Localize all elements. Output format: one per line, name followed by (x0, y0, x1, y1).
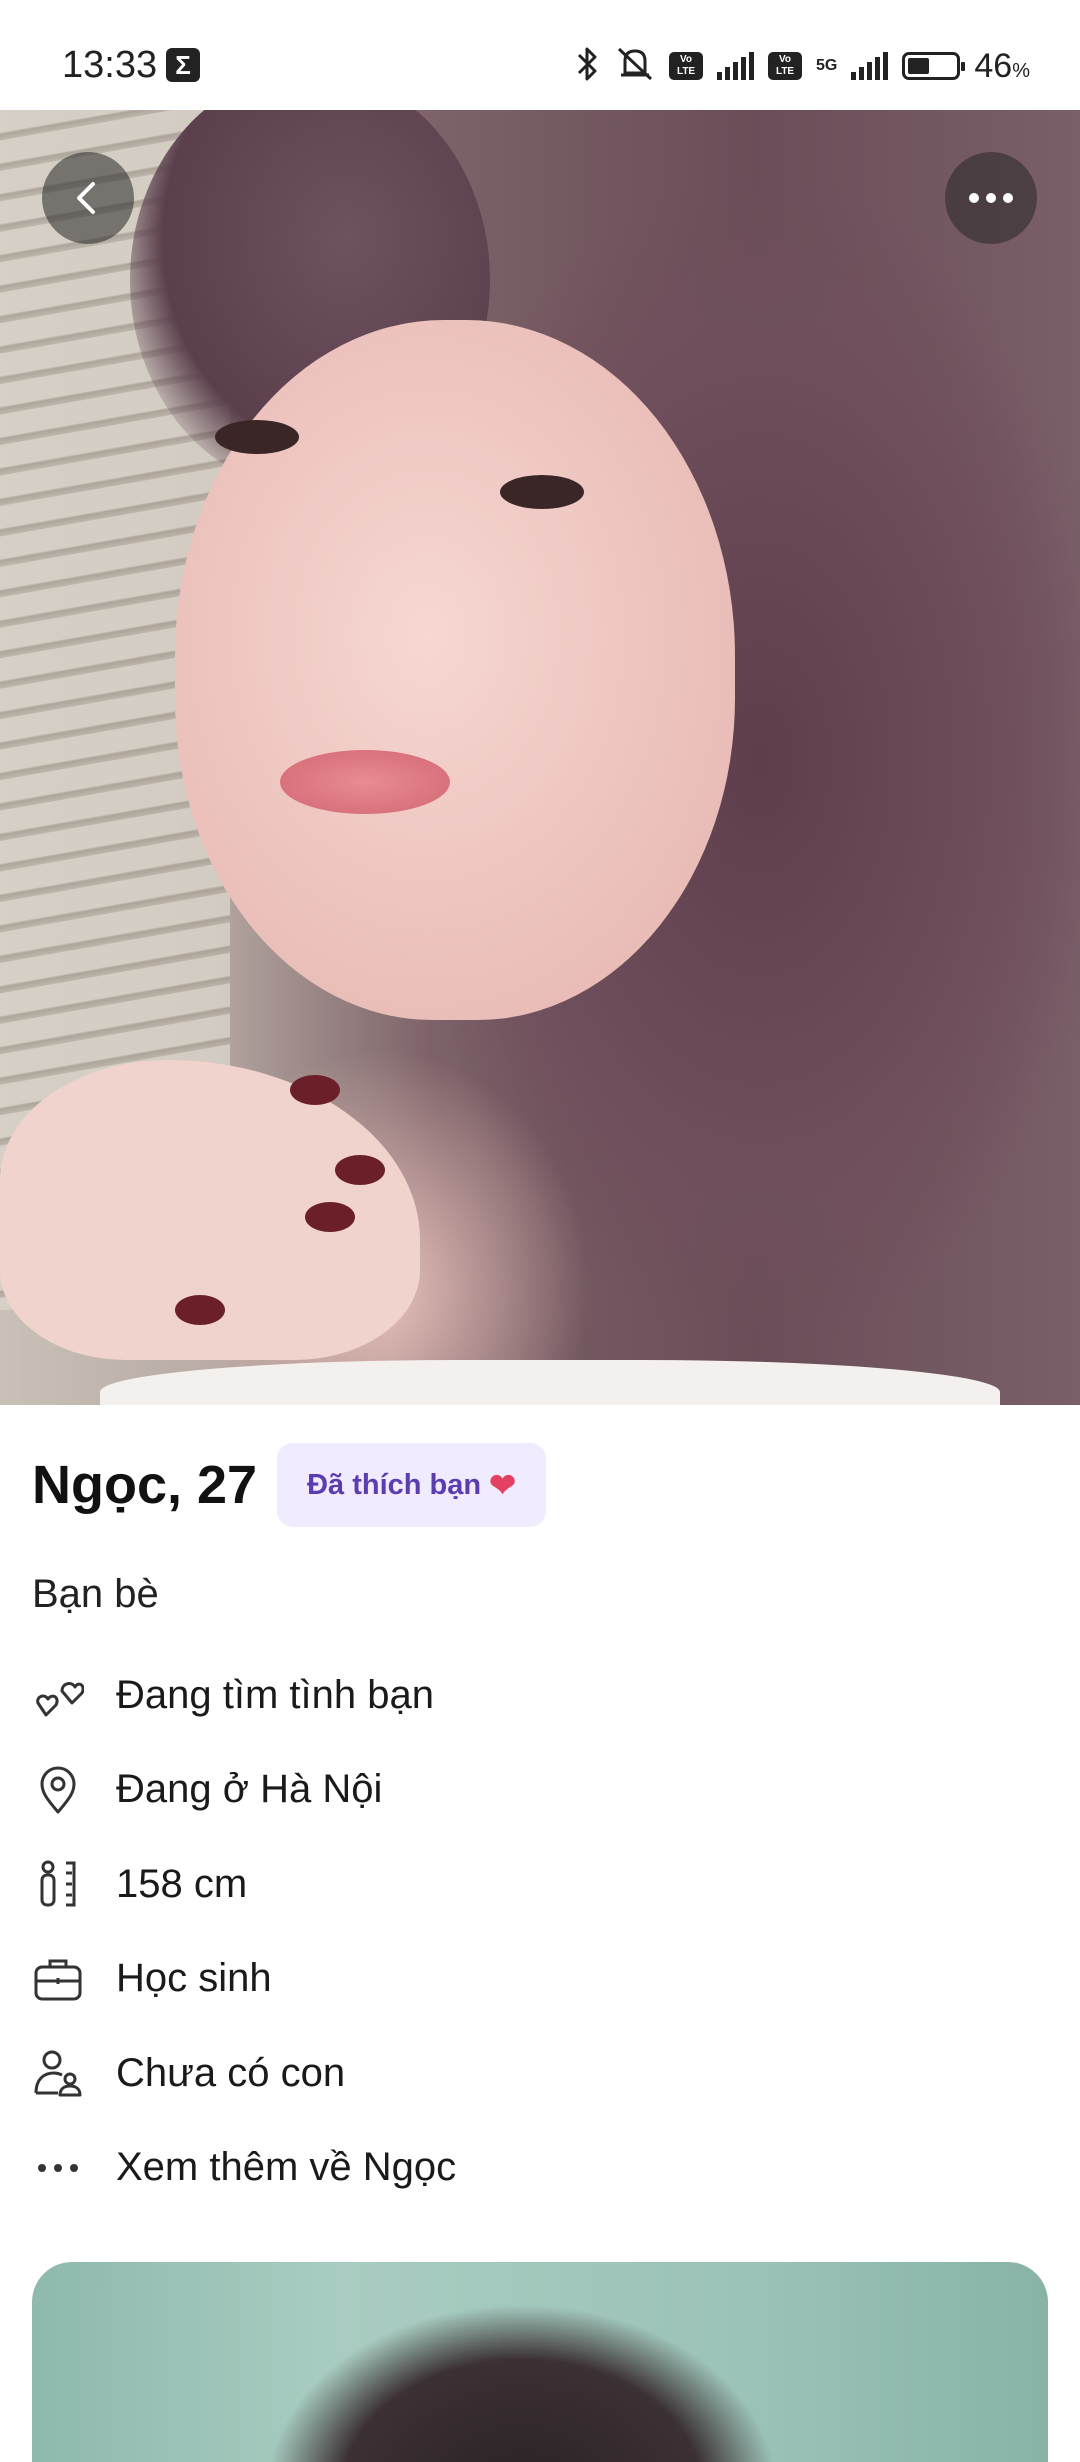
mute-icon (615, 45, 655, 88)
profile-header: Ngọc, 27 Đã thích bạn ❤ (32, 1440, 546, 1530)
relationship-category: Bạn bè (32, 1572, 159, 1616)
more-options-button[interactable] (945, 152, 1037, 244)
5g-label-icon: 5G (816, 57, 838, 74)
signal-1-icon (717, 52, 755, 80)
liked-you-badge: Đã thích bạn ❤ (277, 1443, 546, 1527)
detail-label: Đang tìm tình bạn (116, 1672, 434, 1717)
status-icons: Vo LTE Vo LTE 5G 46% (575, 44, 1030, 88)
height-ruler-icon (32, 1858, 84, 1910)
briefcase-icon (32, 1953, 84, 2005)
profile-photo[interactable] (0, 110, 1080, 1405)
detail-looking-for: Đang tìm tình bạn (32, 1648, 1032, 1743)
location-pin-icon (32, 1764, 84, 1816)
liked-you-label: Đã thích bạn (307, 1468, 482, 1501)
see-more-link[interactable]: Xem thêm về Ngọc (32, 2121, 1032, 2216)
detail-label: Học sinh (116, 1956, 272, 2001)
status-time: 13:33 (62, 44, 158, 86)
detail-children: Chưa có con (32, 2026, 1032, 2121)
back-button[interactable] (42, 152, 134, 244)
battery-icon (902, 52, 966, 80)
detail-label: Chưa có con (116, 2050, 346, 2095)
profile-name-age: Ngọc, 27 (32, 1455, 258, 1515)
volte-2-icon: Vo LTE (768, 52, 803, 80)
detail-label: 158 cm (116, 1861, 248, 1906)
next-photo-card[interactable] (32, 2262, 1048, 2462)
app-notification-icon: Σ (166, 48, 200, 82)
detail-occupation: Học sinh (32, 1932, 1032, 2027)
see-more-label: Xem thêm về Ngọc (116, 2145, 457, 2190)
detail-location: Đang ở Hà Nội (32, 1743, 1032, 1838)
hearts-outline-icon (32, 1669, 84, 1721)
detail-height: 158 cm (32, 1837, 1032, 1932)
battery-unit: % (1012, 59, 1030, 82)
chevron-left-icon (77, 182, 95, 214)
more-dots-icon (32, 2142, 84, 2194)
bluetooth-icon (575, 45, 601, 88)
battery-text: 46% (974, 47, 1030, 86)
parent-child-icon (32, 2047, 84, 2099)
status-bar: 13:33 Σ Vo LTE Vo LTE 5G 46% (0, 0, 1080, 110)
more-horizontal-icon (969, 193, 1013, 203)
volte-icon: Vo LTE (669, 52, 704, 80)
battery-percent: 46 (974, 46, 1013, 85)
signal-2-icon (851, 52, 889, 80)
double-heart-icon: ❤ (489, 1467, 516, 1503)
detail-label: Đang ở Hà Nội (116, 1767, 383, 1812)
profile-details: Đang tìm tình bạn Đang ở Hà Nội 158 cm H… (32, 1648, 1032, 2215)
